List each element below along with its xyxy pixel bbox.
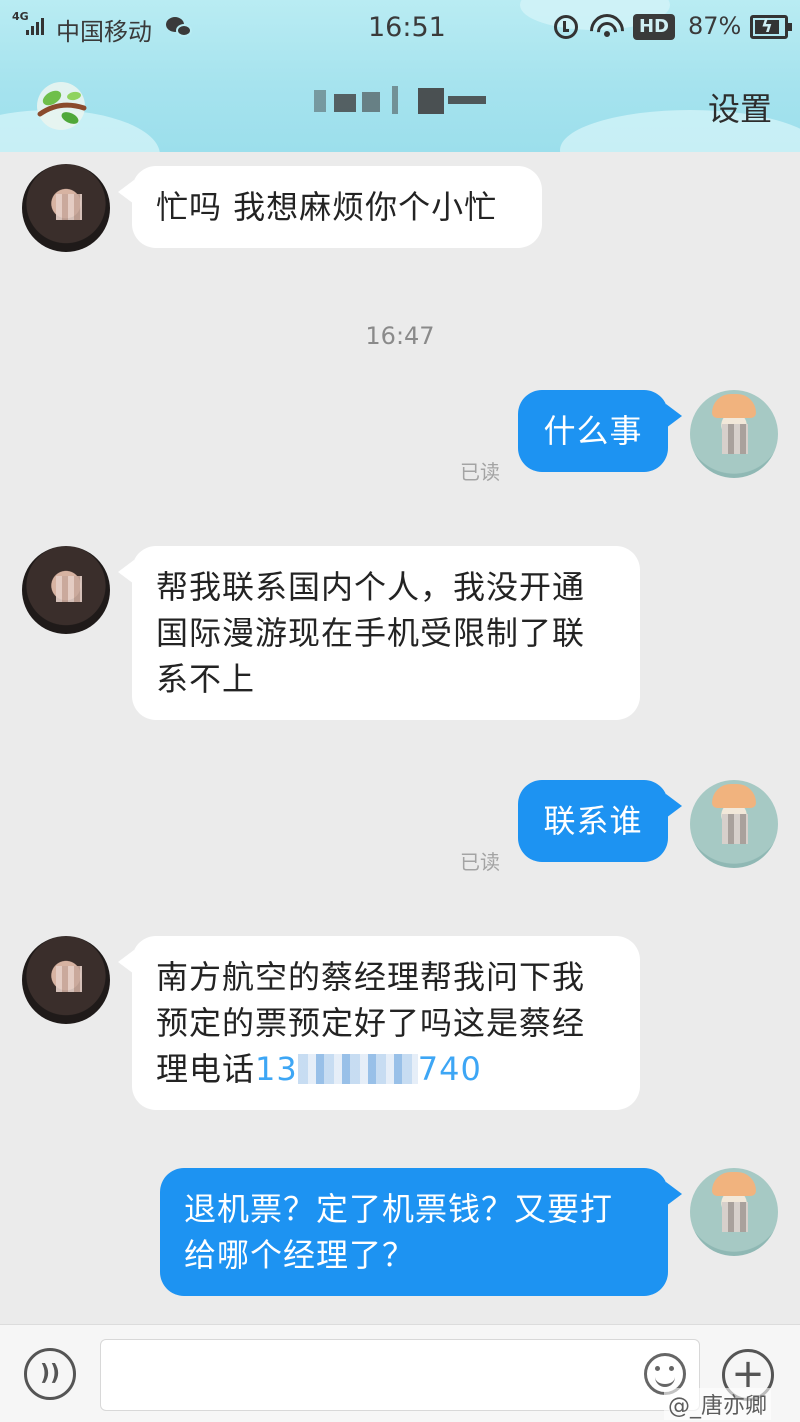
settings-button[interactable]: 设置 bbox=[708, 84, 772, 130]
incoming-message[interactable]: 忙吗 我想麻烦你个小忙 bbox=[118, 166, 542, 248]
outgoing-message[interactable]: 退机票？定了机票钱？又要打给哪个经理了？ bbox=[160, 1168, 682, 1296]
battery-percent: 87% bbox=[688, 12, 742, 40]
branch-logo-icon[interactable] bbox=[30, 78, 92, 130]
hd-badge: HD bbox=[633, 14, 675, 40]
my-avatar[interactable] bbox=[690, 1168, 778, 1256]
watermark: @_唐亦卿 bbox=[664, 1388, 772, 1420]
status-bar: 4G 中国移动 16:51 HD 87% ϟ bbox=[0, 0, 800, 56]
phone-redacted bbox=[297, 1054, 418, 1084]
wechat-icon bbox=[166, 17, 194, 39]
my-avatar[interactable] bbox=[690, 390, 778, 478]
battery-icon: ϟ bbox=[750, 15, 792, 39]
my-avatar[interactable] bbox=[690, 780, 778, 868]
contact-avatar[interactable] bbox=[22, 546, 110, 634]
message-timestamp: 16:47 bbox=[365, 322, 435, 350]
read-receipt: 已读 bbox=[460, 460, 500, 484]
top-header: 4G 中国移动 16:51 HD 87% ϟ 设置 bbox=[0, 0, 800, 152]
outgoing-message[interactable]: 联系谁 bbox=[518, 780, 682, 862]
incoming-message[interactable]: 帮我联系国内个人，我没开通国际漫游现在手机受限制了联系不上 bbox=[118, 546, 640, 720]
contact-name-redacted bbox=[300, 80, 500, 120]
read-receipt: 已读 bbox=[460, 850, 500, 874]
message-input[interactable] bbox=[100, 1339, 700, 1411]
contact-avatar[interactable] bbox=[22, 164, 110, 252]
signal-icon bbox=[26, 17, 46, 35]
carrier-name: 中国移动 bbox=[56, 18, 152, 46]
alarm-icon bbox=[554, 15, 578, 39]
phone-number-link[interactable]: 13 740 bbox=[255, 1050, 482, 1088]
wifi-icon bbox=[590, 12, 624, 40]
voice-icon[interactable]: )) bbox=[24, 1348, 76, 1400]
contact-avatar[interactable] bbox=[22, 936, 110, 1024]
phone-suffix: 740 bbox=[417, 1050, 482, 1088]
clock: 16:51 bbox=[368, 12, 446, 43]
incoming-message[interactable]: 南方航空的蔡经理帮我问下我预定的票预定好了吗这是蔡经理电话13 740 bbox=[118, 936, 640, 1110]
outgoing-message[interactable]: 什么事 bbox=[518, 390, 682, 472]
charging-bolt-icon: ϟ bbox=[761, 16, 773, 37]
phone-prefix: 13 bbox=[255, 1050, 298, 1088]
